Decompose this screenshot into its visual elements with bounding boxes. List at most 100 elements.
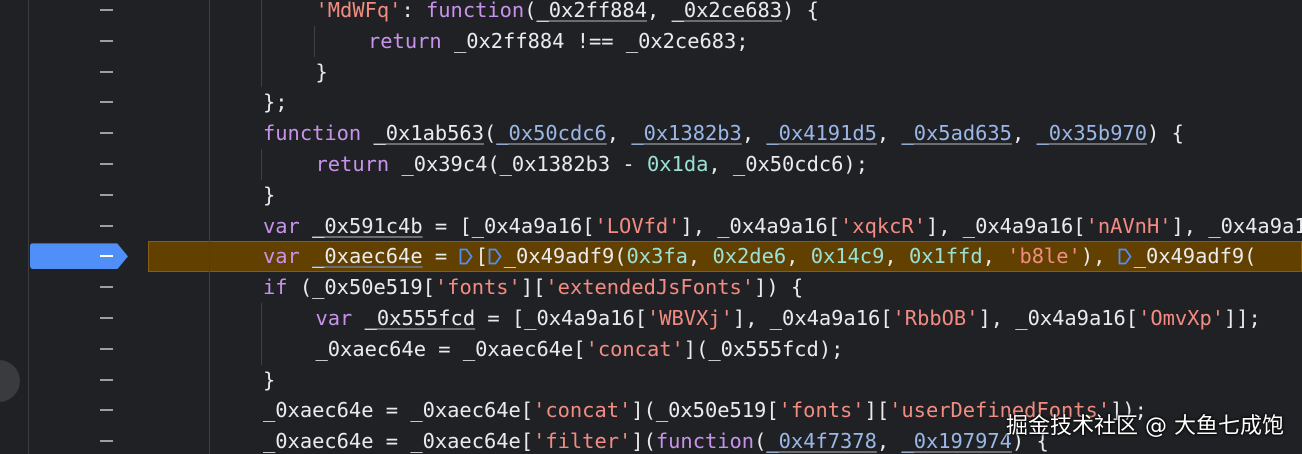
continue-to-here-icon[interactable] <box>1118 248 1132 265</box>
code-token: , <box>1011 121 1037 146</box>
code-token: = <box>422 244 460 269</box>
code-token: _0xaec64e <box>312 244 423 269</box>
code-token: _0x5ad635 <box>901 121 1012 146</box>
code-text[interactable]: } <box>263 365 275 396</box>
code-token: 'concat' <box>533 398 632 423</box>
continue-to-here-icon[interactable] <box>459 248 474 265</box>
code-token: 'RbbOB' <box>892 306 979 330</box>
code-text[interactable]: var _0xaec64e = [_0x49adf9(0x3fa, 0x2de6… <box>263 241 1256 272</box>
code-token: ][ <box>864 398 890 423</box>
code-token: ](_0x50e519[ <box>631 398 779 423</box>
indent-guide <box>208 395 210 427</box>
code-token: _0x2ce683 <box>671 0 783 22</box>
code-token: } <box>263 367 276 392</box>
code-token: 'MdWFq' <box>315 0 402 22</box>
code-token: , _0x50cdc6); <box>708 152 868 176</box>
code-token: 'WBVXj' <box>647 306 733 330</box>
indent-guide <box>261 0 262 26</box>
code-token: 'filter' <box>533 429 632 454</box>
code-token: 'extendedJsFonts' <box>545 275 755 300</box>
code-token: _0xaec64e = _0xaec64e[ <box>263 398 534 423</box>
code-token: ], _0x4a9a16[ <box>1171 213 1302 238</box>
code-token: ) { <box>1147 121 1184 146</box>
code-editor[interactable]: 'MdWFq': function(_0x2ff884, _0x2ce683) … <box>0 0 1302 454</box>
indent-guide <box>208 118 210 149</box>
code-token: ( <box>754 429 767 454</box>
code-token: _0x49adf9( <box>1133 244 1257 269</box>
code-token: 'xqkcR' <box>840 213 926 238</box>
code-token: , <box>876 121 902 146</box>
line-number-marker[interactable] <box>100 317 113 319</box>
code-token: , <box>786 244 811 269</box>
code-token: , <box>876 429 902 454</box>
line-number-marker[interactable] <box>100 347 113 350</box>
indent-guide <box>208 210 210 242</box>
code-token: , <box>884 244 909 269</box>
code-token: 0x1ffd <box>908 244 983 269</box>
code-token: 0x3fa <box>626 244 688 269</box>
indent-guide <box>208 0 210 26</box>
line-number-marker[interactable] <box>100 70 113 73</box>
code-line: var _0x555fcd = [_0x4a9a16['WBVXj'], _0x… <box>0 303 1302 334</box>
indent-guide <box>208 426 210 454</box>
code-text[interactable]: _0xaec64e = _0xaec64e['filter'](function… <box>263 426 1049 454</box>
line-number-marker[interactable] <box>100 132 113 135</box>
code-token: ), <box>1080 244 1118 269</box>
indent-guide <box>208 333 210 365</box>
code-token: _0x39c4(_0x1382b3 - <box>389 152 647 176</box>
code-token: = [_0x4a9a16[ <box>422 213 595 238</box>
code-text[interactable]: } <box>316 57 328 88</box>
code-token: _0x591c4b <box>312 213 423 238</box>
code-text[interactable]: 'MdWFq': function(_0x2ff884, _0x2ce683) … <box>316 0 819 26</box>
indent-guide <box>208 56 210 88</box>
line-number-marker[interactable] <box>100 286 113 289</box>
code-token: 'fonts' <box>778 398 865 423</box>
code-token: ][ <box>520 275 546 300</box>
line-number-marker[interactable] <box>100 440 113 443</box>
continue-to-here-icon[interactable] <box>488 248 502 265</box>
code-token: 0x2de6 <box>712 244 787 269</box>
line-number-marker[interactable] <box>100 193 113 196</box>
code-token: var <box>263 213 300 238</box>
line-number-marker[interactable] <box>100 378 113 381</box>
code-token: ]) { <box>754 275 804 300</box>
code-text[interactable]: } <box>263 180 275 211</box>
code-token: ( <box>524 0 537 22</box>
code-line: }; <box>0 87 1302 119</box>
code-text[interactable]: if (_0x50e519['fonts']['extendedJsFonts'… <box>263 272 803 303</box>
line-number-marker[interactable] <box>100 163 113 165</box>
line-number-marker[interactable] <box>100 409 113 412</box>
code-token: _0x50cdc6 <box>496 121 607 146</box>
code-line: if (_0x50e519['fonts']['extendedJsFonts'… <box>0 272 1302 303</box>
indent-guide <box>208 149 210 180</box>
code-text[interactable]: var _0x591c4b = [_0x4a9a16['LOVfd'], _0x… <box>263 211 1302 242</box>
code-text[interactable]: _0xaec64e = _0xaec64e['concat'](_0x555fc… <box>316 334 844 365</box>
code-text[interactable]: return _0x2ff884 !== _0x2ce683; <box>368 26 749 57</box>
code-token: } <box>315 59 328 84</box>
code-line: 'MdWFq': function(_0x2ff884, _0x2ce683) … <box>0 0 1302 26</box>
code-token: ) { <box>782 0 819 22</box>
code-text[interactable]: }; <box>263 87 288 118</box>
code-token: _0x197974 <box>901 429 1012 454</box>
code-token: 'nAVnH' <box>1085 213 1172 238</box>
line-number-marker[interactable] <box>100 39 113 42</box>
code-line: var _0x591c4b = [_0x4a9a16['LOVfd'], _0x… <box>0 210 1302 242</box>
code-token: return <box>368 28 442 53</box>
code-text[interactable]: var _0x555fcd = [_0x4a9a16['WBVXj'], _0x… <box>316 303 1261 334</box>
line-number-marker[interactable] <box>100 101 113 104</box>
code-token: _0xaec64e = _0xaec64e[ <box>315 336 586 361</box>
line-number-marker[interactable] <box>100 224 113 227</box>
code-token: ], _0x4a9a16[ <box>925 213 1086 238</box>
code-token: _0x2ff884 !== _0x2ce683; <box>441 28 749 53</box>
code-token: var <box>315 306 353 330</box>
code-line: } <box>0 364 1302 396</box>
line-number-marker[interactable] <box>100 9 113 11</box>
code-line: function _0x1ab563(_0x50cdc6, _0x1382b3,… <box>0 118 1302 149</box>
code-text[interactable]: function _0x1ab563(_0x50cdc6, _0x1382b3,… <box>263 118 1184 149</box>
code-line: return _0x39c4(_0x1382b3 - 0x1da, _0x50c… <box>0 149 1302 180</box>
code-text[interactable]: return _0x39c4(_0x1382b3 - 0x1da, _0x50c… <box>316 149 868 180</box>
breakpoint-marker[interactable] <box>30 243 128 270</box>
